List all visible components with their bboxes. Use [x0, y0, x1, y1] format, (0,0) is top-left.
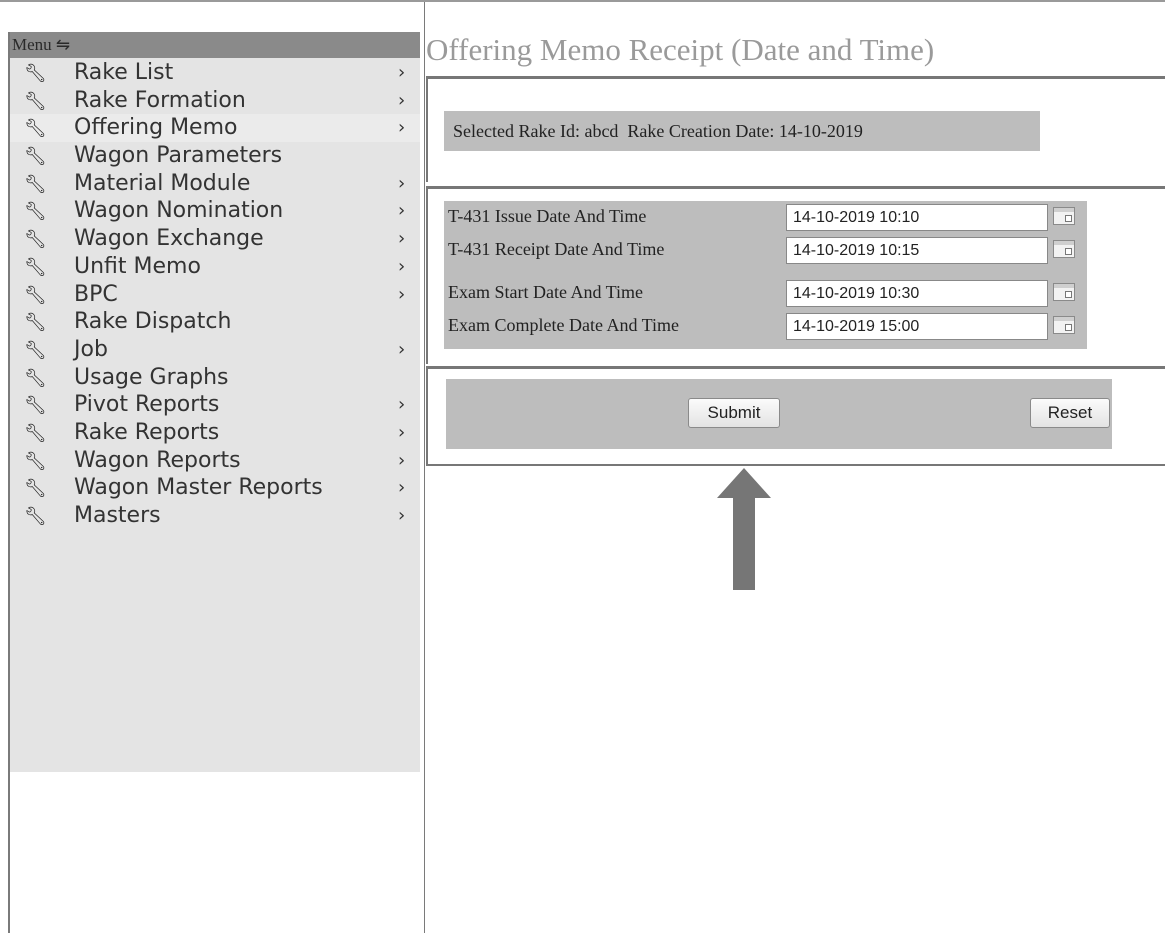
chevron-right-icon: ›	[398, 89, 406, 111]
chevron-right-icon: ›	[398, 255, 406, 277]
sidebar-item-label: Pivot Reports	[74, 392, 220, 418]
wrench-icon: 🔧︎	[24, 367, 47, 389]
sidebar-item-label: Job	[74, 336, 108, 362]
sidebar-item-wagon-reports[interactable]: 🔧︎ Wagon Reports ›	[10, 447, 420, 475]
sidebar-item-rake-dispatch[interactable]: 🔧︎ Rake Dispatch	[10, 308, 420, 336]
sidebar-item-wagon-master-reports[interactable]: 🔧︎ Wagon Master Reports ›	[10, 474, 420, 502]
sidebar-item-pivot-reports[interactable]: 🔧︎ Pivot Reports ›	[10, 391, 420, 419]
submit-button[interactable]: Submit	[688, 398, 780, 428]
chevron-right-icon: ›	[398, 172, 406, 194]
calendar-icon[interactable]	[1053, 207, 1075, 225]
wrench-icon: 🔧︎	[24, 201, 47, 223]
arrow-up-icon	[717, 468, 771, 590]
sidebar-item-offering-memo[interactable]: 🔧︎ Offering Memo ›	[10, 114, 420, 143]
sidebar-item-label: Wagon Master Reports	[74, 475, 323, 501]
wrench-icon: 🔧︎	[24, 478, 47, 500]
sidebar-item-material-module[interactable]: 🔧︎ Material Module ›	[10, 170, 420, 198]
wrench-icon: 🔧︎	[24, 339, 47, 361]
sidebar-item-label: Material Module	[74, 170, 251, 196]
chevron-right-icon: ›	[398, 449, 406, 471]
form-row-issue: T-431 Issue Date And Time	[444, 202, 1087, 232]
sidebar-item-label: Rake Dispatch	[74, 309, 232, 335]
sidebar: Menu ⇋ 🔧︎ Rake List › 🔧︎ Rake Formation › 🔧︎…	[8, 32, 420, 933]
field-label: Exam Complete Date And Time	[448, 315, 679, 335]
sidebar-item-job[interactable]: 🔧︎ Job ›	[10, 336, 420, 364]
menu-header-label: Menu	[12, 35, 52, 54]
wrench-icon: 🔧︎	[24, 256, 47, 278]
chevron-right-icon: ›	[398, 421, 406, 443]
field-label: T-431 Issue Date And Time	[448, 206, 647, 226]
reset-button[interactable]: Reset	[1030, 398, 1110, 428]
wrench-icon: 🔧︎	[24, 173, 47, 195]
form-row-receipt: T-431 Receipt Date And Time	[444, 235, 1087, 265]
wrench-icon: 🔧︎	[24, 395, 47, 417]
receipt-datetime-input[interactable]	[786, 237, 1048, 264]
wrench-icon: 🔧︎	[24, 229, 47, 251]
sidebar-item-label: Rake List	[74, 60, 174, 85]
sidebar-item-rake-reports[interactable]: 🔧︎ Rake Reports ›	[10, 419, 420, 447]
form-row-exam-start: Exam Start Date And Time	[444, 278, 1087, 308]
form-row-exam-complete: Exam Complete Date And Time	[444, 311, 1087, 341]
wrench-icon: 🔧︎	[24, 312, 47, 334]
sidebar-item-label: Rake Reports	[74, 419, 220, 445]
chevron-right-icon: ›	[398, 505, 406, 526]
calendar-icon[interactable]	[1053, 316, 1075, 334]
wrench-icon: 🔧︎	[24, 63, 47, 84]
sidebar-item-masters[interactable]: 🔧︎ Masters ›	[10, 502, 420, 530]
sidebar-item-rake-formation[interactable]: 🔧︎ Rake Formation ›	[10, 87, 420, 115]
calendar-icon[interactable]	[1053, 240, 1075, 258]
sidebar-item-rake-list[interactable]: 🔧︎ Rake List ›	[10, 59, 420, 87]
selected-rake-info: Selected Rake Id: abcd Rake Creation Dat…	[444, 111, 1040, 151]
sidebar-item-wagon-nomination[interactable]: 🔧︎ Wagon Nomination ›	[10, 197, 420, 225]
wrench-icon: 🔧︎	[24, 90, 47, 112]
field-label: Exam Start Date And Time	[448, 282, 643, 302]
exam-start-datetime-input[interactable]	[786, 280, 1048, 307]
chevron-right-icon: ›	[398, 62, 406, 83]
sidebar-item-label: Wagon Reports	[74, 447, 241, 473]
chevron-right-icon: ›	[398, 117, 406, 139]
sidebar-item-label: Offering Memo	[74, 115, 238, 141]
wrench-icon: 🔧︎	[24, 146, 47, 168]
sidebar-item-label: Wagon Exchange	[74, 226, 264, 252]
menu-list: 🔧︎ Rake List › 🔧︎ Rake Formation › 🔧︎ Offerin…	[10, 59, 420, 530]
chevron-right-icon: ›	[398, 477, 406, 499]
sidebar-item-label: Usage Graphs	[74, 364, 229, 390]
chevron-right-icon: ›	[398, 228, 406, 250]
chevron-right-icon: ›	[398, 200, 406, 222]
menu-header[interactable]: Menu ⇋	[10, 32, 420, 58]
exam-complete-datetime-input[interactable]	[786, 313, 1048, 340]
sidebar-item-label: Wagon Nomination	[74, 198, 284, 224]
sidebar-item-bpc[interactable]: 🔧︎ BPC ›	[10, 281, 420, 309]
wrench-icon: 🔧︎	[24, 284, 47, 306]
sidebar-item-label: Wagon Parameters	[74, 143, 283, 169]
issue-datetime-input[interactable]	[786, 204, 1048, 231]
content-divider	[424, 2, 425, 933]
chevron-right-icon: ›	[398, 283, 406, 305]
chevron-right-icon: ›	[398, 394, 406, 416]
sidebar-item-label: Unfit Memo	[74, 253, 201, 279]
app-window: Menu ⇋ 🔧︎ Rake List › 🔧︎ Rake Formation › 🔧︎…	[0, 0, 1165, 933]
calendar-icon[interactable]	[1053, 283, 1075, 301]
sidebar-item-wagon-exchange[interactable]: 🔧︎ Wagon Exchange ›	[10, 225, 420, 253]
field-label: T-431 Receipt Date And Time	[448, 239, 665, 259]
menu-toggle-icon[interactable]: ⇋	[56, 35, 70, 54]
wrench-icon: 🔧︎	[24, 422, 47, 444]
wrench-icon: 🔧︎	[24, 450, 47, 472]
sidebar-item-label: Rake Formation	[74, 87, 246, 113]
sidebar-item-usage-graphs[interactable]: 🔧︎ Usage Graphs	[10, 364, 420, 392]
sidebar-item-wagon-parameters[interactable]: 🔧︎ Wagon Parameters	[10, 142, 420, 170]
wrench-icon: 🔧︎	[24, 506, 47, 527]
wrench-icon: 🔧︎	[24, 118, 47, 140]
sidebar-item-label: Masters	[74, 503, 161, 528]
page-title: Offering Memo Receipt (Date and Time)	[426, 32, 935, 67]
chevron-right-icon: ›	[398, 338, 406, 360]
sidebar-item-label: BPC	[74, 281, 118, 307]
sidebar-item-unfit-memo[interactable]: 🔧︎ Unfit Memo ›	[10, 253, 420, 281]
